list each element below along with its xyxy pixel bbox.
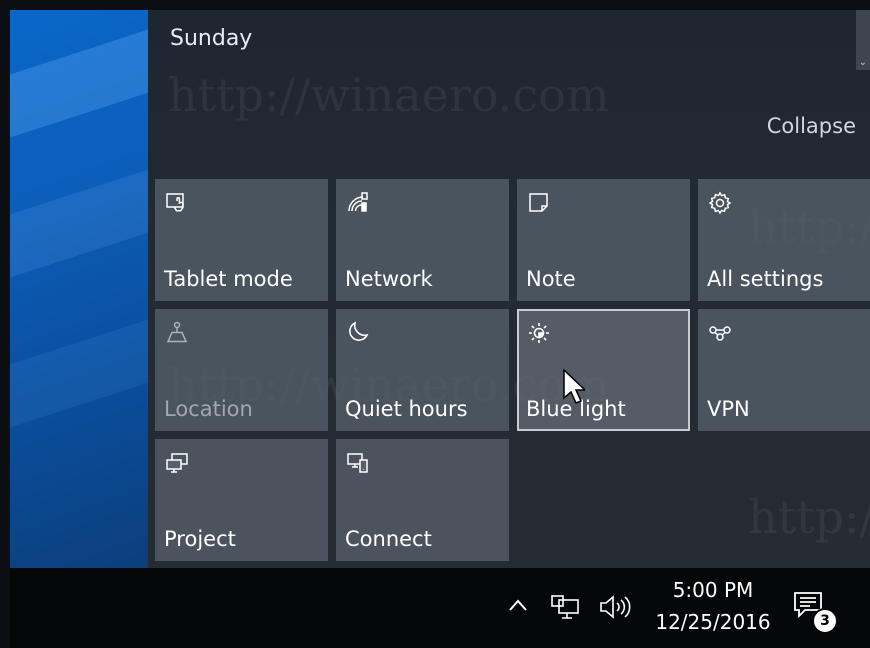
tile-label: Connect <box>345 527 432 551</box>
watermark: http://winaero.com <box>748 490 870 544</box>
clock-time: 5:00 PM <box>672 578 754 602</box>
collapse-button[interactable]: Collapse <box>767 114 856 138</box>
tile-location[interactable]: Location <box>155 309 328 431</box>
system-tray: 5:00 PM 12/25/2016 3 <box>10 568 870 648</box>
note-icon <box>527 191 551 215</box>
tile-connect[interactable]: Connect <box>336 439 509 561</box>
chevron-up-icon[interactable] <box>508 598 528 612</box>
tile-label: Network <box>345 267 433 291</box>
action-center-panel: http://winaero.com http://winaero.com ht… <box>148 10 870 568</box>
tile-label: Tablet mode <box>164 267 293 291</box>
tile-label: Location <box>164 397 253 421</box>
watermark: http://winaero.com <box>168 68 610 122</box>
notification-count-badge: 3 <box>812 608 838 634</box>
network-wired-icon[interactable] <box>550 594 580 620</box>
volume-icon[interactable] <box>598 594 632 620</box>
tile-label: All settings <box>707 267 824 291</box>
tile-blue-light[interactable]: Blue light <box>517 309 690 431</box>
gear-icon <box>708 191 732 215</box>
tile-quiet-hours[interactable]: Quiet hours <box>336 309 509 431</box>
network-icon <box>346 191 370 215</box>
desktop-wallpaper <box>10 10 148 568</box>
tile-label: Quiet hours <box>345 397 468 421</box>
mouse-cursor-icon <box>563 369 585 404</box>
brightness-icon <box>527 321 551 345</box>
tile-label: Project <box>164 527 236 551</box>
project-icon <box>165 451 189 475</box>
scrollbar[interactable]: ⌄ <box>856 10 870 70</box>
taskbar: 5:00 PM 12/25/2016 3 <box>10 568 870 648</box>
tile-label: Note <box>526 267 576 291</box>
vpn-icon <box>708 321 732 345</box>
notification-group-header: Sunday <box>170 26 253 51</box>
tile-network[interactable]: Network <box>336 179 509 301</box>
tile-note[interactable]: Note <box>517 179 690 301</box>
connect-icon <box>346 451 370 475</box>
moon-icon <box>346 321 370 345</box>
tile-all-settings[interactable]: All settings <box>698 179 870 301</box>
tile-project[interactable]: Project <box>155 439 328 561</box>
tile-vpn[interactable]: VPN <box>698 309 870 431</box>
clock[interactable]: 5:00 PM 12/25/2016 <box>648 578 778 634</box>
tile-label: VPN <box>707 397 750 421</box>
action-center-button[interactable]: 3 <box>792 590 838 634</box>
location-icon <box>165 321 189 345</box>
clock-date: 12/25/2016 <box>655 610 771 634</box>
tablet-mode-icon <box>165 191 189 215</box>
tile-tablet-mode[interactable]: Tablet mode <box>155 179 328 301</box>
chevron-down-icon: ⌄ <box>858 57 867 68</box>
